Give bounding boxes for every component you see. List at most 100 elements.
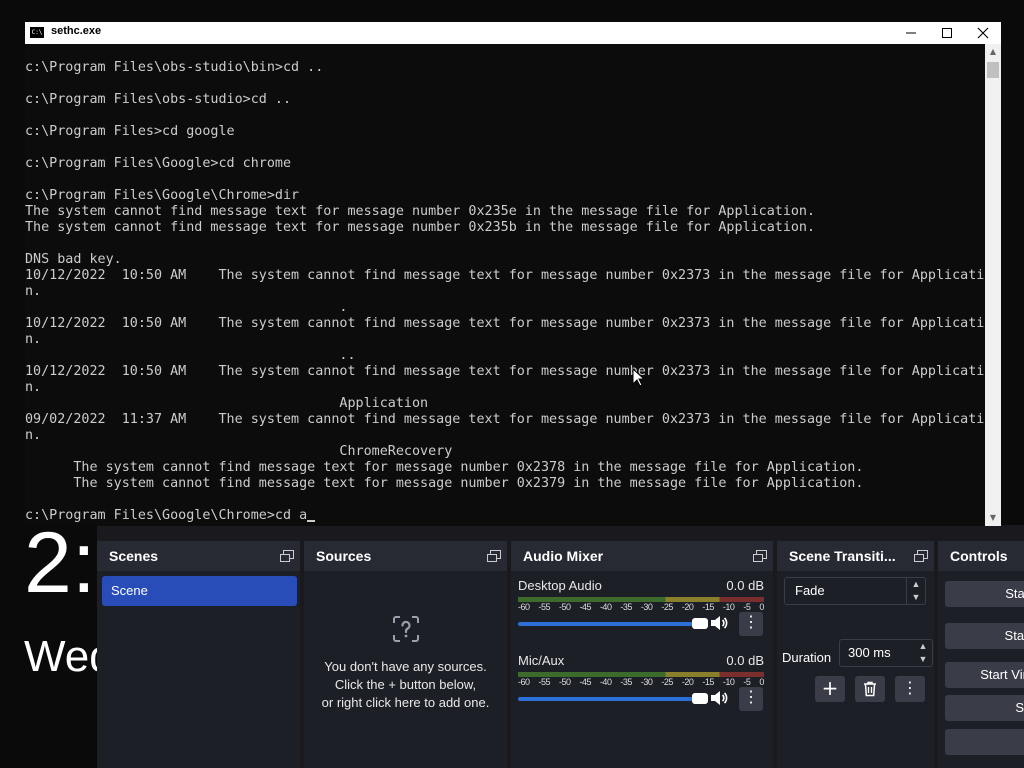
chevron-updown-icon[interactable]: ▲ ▼ [906, 578, 925, 604]
undock-icon[interactable] [487, 550, 501, 562]
transition-selected-value: Fade [795, 583, 825, 598]
speaker-icon[interactable] [710, 690, 728, 706]
console-line: 10/12/2022 10:50 AM The system cannot fi… [25, 316, 985, 331]
sources-empty-line: or right click here to add one. [321, 695, 490, 710]
start-streaming-button[interactable]: Start S [945, 581, 1024, 607]
duration-spinbox[interactable]: 300 ms ▲ ▼ [839, 639, 933, 667]
console-line: 10/12/2022 10:50 AM The system cannot fi… [25, 364, 985, 379]
question-mark-icon [392, 616, 419, 642]
transition-properties-button[interactable]: ⋮ [895, 676, 925, 702]
duration-value: 300 ms [848, 645, 891, 660]
volume-slider-handle[interactable] [692, 618, 709, 629]
meter-tick-label: -60 [518, 677, 530, 687]
scroll-up-icon[interactable]: ▲ [985, 44, 1001, 60]
studio-mode-button[interactable]: Studi [945, 695, 1024, 721]
console-line: 09/02/2022 11:37 AM The system cannot fi… [25, 412, 985, 427]
channel-options-icon[interactable]: ⋮ [739, 687, 763, 711]
meter-tick-label: -60 [518, 602, 530, 612]
console-line: 10/12/2022 10:50 AM The system cannot fi… [25, 268, 985, 283]
console-line: c:\Program Files\Google\Chrome>dir [25, 188, 300, 203]
undock-icon[interactable] [753, 550, 767, 562]
console-line: . [25, 300, 348, 315]
console-line: n. [25, 284, 42, 299]
console-line: c:\Program Files\Google>cd chrome [25, 156, 292, 171]
sources-empty-line: You don't have any sources. [324, 659, 487, 674]
minimize-icon [906, 32, 916, 34]
meter-tick-label: -40 [599, 677, 612, 687]
meter-tick-label: -35 [620, 602, 632, 612]
scene-transitions-title: Scene Transiti... [789, 548, 896, 564]
close-icon [977, 27, 989, 39]
console-line: c:\Program Files>cd google [25, 124, 235, 139]
console-window: C:\ sethc.exe c:\Program Files\obs-studi… [25, 22, 1001, 526]
sources-list[interactable]: You don't have any sources. Click the + … [304, 571, 507, 768]
vertical-scrollbar[interactable]: ▲ ▼ [985, 44, 1001, 526]
channel-db-readout: 0.0 dB [726, 653, 764, 668]
scenes-list[interactable]: Scene [97, 571, 300, 768]
console-app-icon: C:\ [30, 27, 44, 38]
minimize-button[interactable] [893, 22, 929, 44]
spin-arrows-icon[interactable]: ▲ ▼ [914, 640, 932, 666]
meter-scale: -60 -55 -50 -45 -40 -35 -30 -25 -20 -15 -10 -5 0 [518, 677, 764, 691]
sources-dock-title: Sources [316, 548, 372, 564]
audio-mixer-header: Audio Mixer [511, 541, 773, 571]
meter-tick-label: -25 [661, 602, 673, 612]
meter-tick-label: -45 [579, 677, 591, 687]
scene-transitions-body: Fade ▲ ▼ Duration 300 ms ▲ ▼ + ⋮ [777, 571, 934, 768]
meter-scale: -60 -55 -50 -45 -40 -35 -30 -25 -20 -15 -10 -5 0 [518, 602, 764, 616]
meter-tick-label: -50 [558, 602, 571, 612]
console-line: c:\Program Files\obs-studio\bin>cd .. [25, 60, 324, 75]
transition-select[interactable]: Fade ▲ ▼ [784, 577, 926, 605]
scene-transitions-dock: Scene Transiti... Fade ▲ ▼ Duration 300 m… [777, 541, 934, 768]
scene-list-item[interactable]: Scene [102, 576, 297, 606]
console-line: c:\Program Files\obs-studio>cd .. [25, 92, 292, 107]
undock-icon[interactable] [280, 550, 294, 562]
console-title-bar[interactable]: C:\ sethc.exe [25, 22, 1001, 44]
obs-studio-window: Scenes Scene Sources You don't have any … [97, 525, 1024, 768]
meter-tick-label: -55 [538, 677, 550, 687]
meter-tick-label: -15 [702, 677, 714, 687]
undock-icon[interactable] [914, 550, 928, 562]
console-lines: c:\Program Files\obs-studio\bin>cd .. c:\… [25, 44, 985, 524]
console-output[interactable]: c:\Program Files\obs-studio\bin>cd .. c:\… [25, 44, 985, 526]
meter-tick-label: -40 [599, 602, 612, 612]
mouse-pointer-icon [632, 368, 644, 387]
close-button[interactable] [965, 22, 1001, 44]
console-line: c:\Program Files\Google\Chrome>cd a [25, 508, 308, 523]
settings-button[interactable]: Se [945, 729, 1024, 755]
scenes-dock-title: Scenes [109, 548, 159, 564]
scenes-dock: Scenes Scene [97, 541, 300, 768]
console-line: Application [25, 396, 429, 411]
maximize-button[interactable] [929, 22, 965, 44]
trash-icon [864, 681, 876, 697]
audio-mixer-dock: Audio Mixer Desktop Audio 0.0 dB -60 -55-… [511, 541, 773, 768]
volume-slider[interactable] [518, 693, 709, 704]
meter-tick-label: -25 [661, 677, 673, 687]
console-line: n. [25, 428, 42, 443]
speaker-icon[interactable] [710, 615, 728, 631]
meter-tick-label: -10 [722, 602, 735, 612]
meter-tick-label: -10 [722, 677, 735, 687]
mixer-channel-mic-aux: Mic/Aux 0.0 dB -60 -55 -50 -45 -40 -35 -30 -25-… [518, 653, 766, 713]
duration-label: Duration [782, 650, 832, 665]
scrollbar-thumb[interactable] [987, 62, 999, 78]
remove-transition-button[interactable] [855, 676, 885, 702]
volume-slider-handle[interactable] [692, 693, 709, 704]
meter-tick-label: -50 [558, 677, 571, 687]
start-recording-button[interactable]: Start R [945, 623, 1024, 649]
add-transition-button[interactable]: + [815, 676, 845, 702]
sources-dock-header: Sources [304, 541, 507, 571]
controls-body: Start S Start R Start Virtua Studi Se [938, 571, 1024, 768]
mixer-channel-desktop-audio: Desktop Audio 0.0 dB -60 -55 -50 -45 -40 -35-… [518, 578, 766, 638]
console-line: The system cannot find message text for … [25, 220, 816, 235]
scroll-down-icon[interactable]: ▼ [985, 510, 1001, 526]
channel-options-icon[interactable]: ⋮ [739, 612, 763, 636]
meter-tick-label: -15 [702, 602, 714, 612]
start-virtual-camera-button[interactable]: Start Virtua [945, 662, 1024, 688]
volume-slider[interactable] [518, 618, 709, 629]
text-cursor [307, 520, 315, 522]
